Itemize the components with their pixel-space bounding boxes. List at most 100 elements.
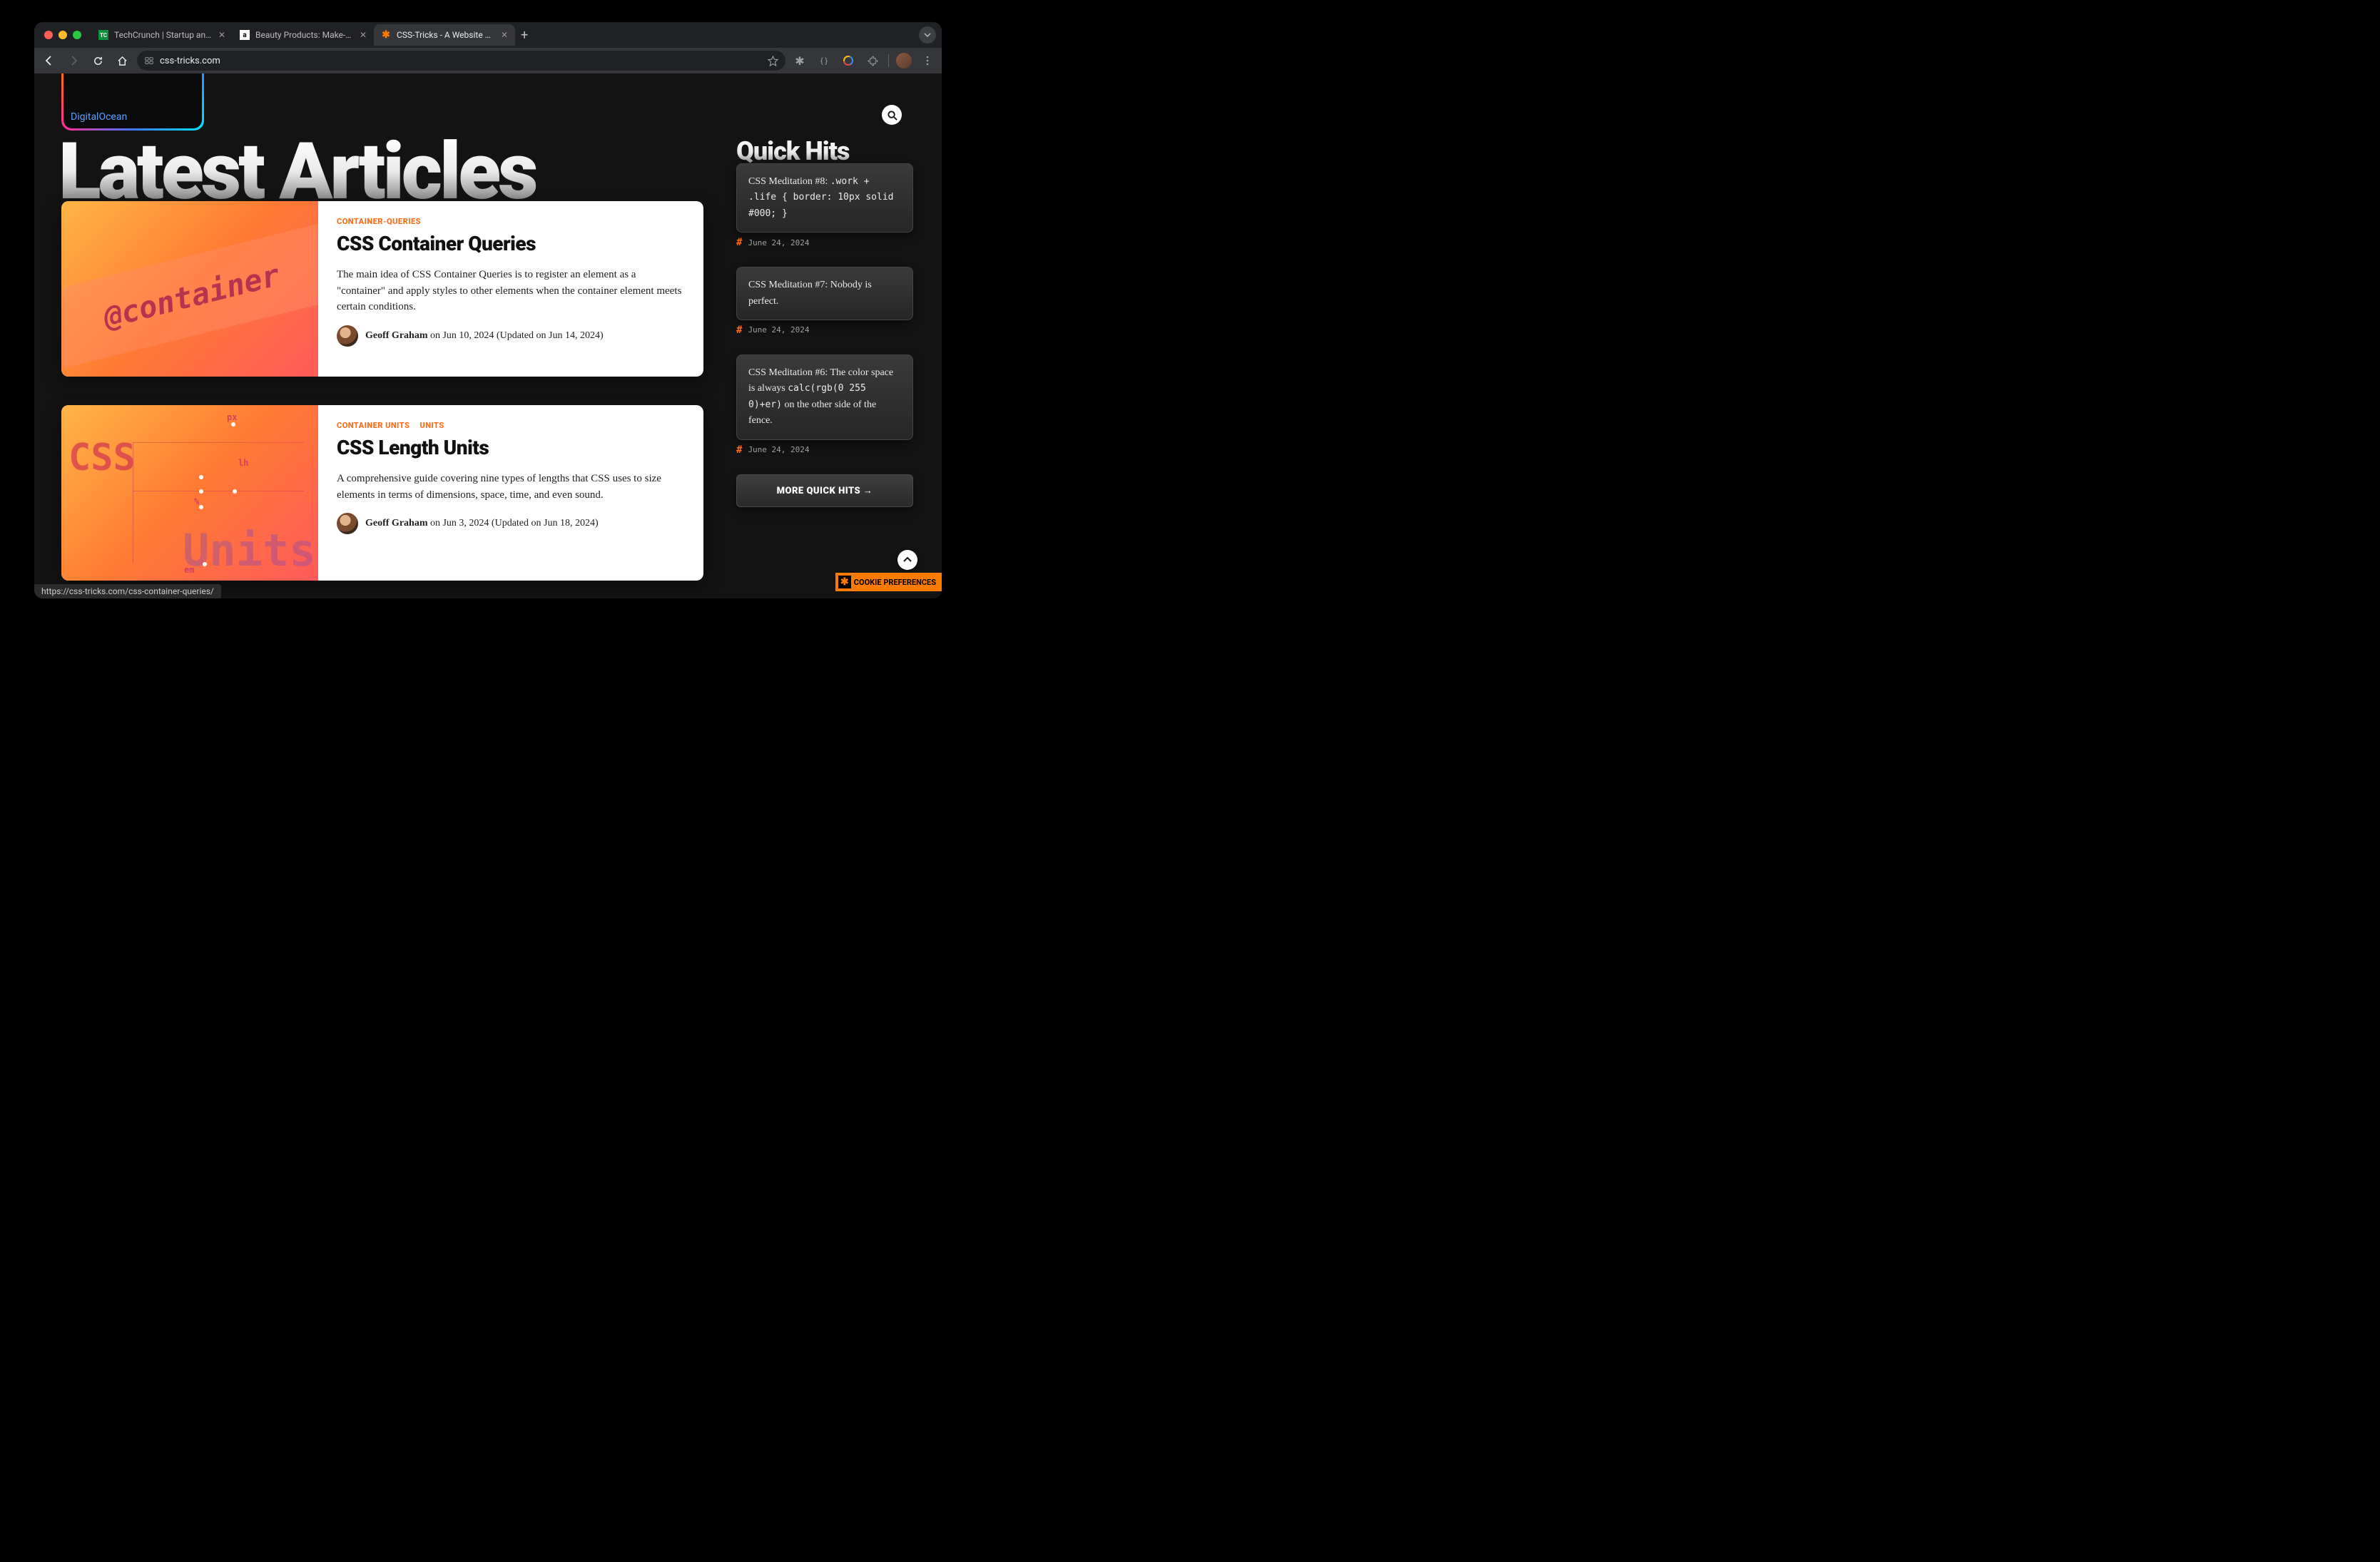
forward-button[interactable] [64, 51, 83, 70]
puzzle-icon [868, 56, 878, 66]
cookie-preferences-button[interactable]: ✱ COOKIE PREFERENCES [835, 573, 942, 591]
author-avatar [337, 513, 358, 534]
extension-icon[interactable]: ✱ [791, 52, 808, 69]
minimize-window[interactable] [59, 31, 67, 39]
hit-meta: # June 24, 2024 [736, 237, 913, 248]
toolbar: css-tricks.com ✱ { } [34, 48, 942, 73]
favicon-icon: TC [98, 30, 108, 40]
window-controls [44, 31, 81, 39]
home-icon [117, 56, 128, 66]
hit-date: June 24, 2024 [748, 325, 809, 335]
back-button[interactable] [40, 51, 59, 70]
chevron-up-icon [902, 555, 912, 565]
main-column: Latest Articles @container CONTAINER-QUE… [61, 136, 703, 598]
tag[interactable]: UNITS [419, 421, 444, 430]
hit-meta: # June 24, 2024 [736, 444, 913, 456]
article-byline: Geoff Graham on Jun 10, 2024 (Updated on… [337, 325, 685, 347]
toolbar-right: ✱ { } [791, 52, 936, 69]
author-avatar [337, 325, 358, 347]
hash-icon[interactable]: # [736, 444, 742, 456]
profile-avatar[interactable] [896, 53, 912, 68]
hit-meta: # June 24, 2024 [736, 325, 913, 336]
tab-overflow-button[interactable] [919, 26, 936, 44]
asterisk-icon: ✱ [838, 576, 851, 588]
sidebar-heading: Quick Hits [736, 136, 913, 166]
star-icon [768, 56, 778, 66]
address-bar[interactable]: css-tricks.com [137, 51, 785, 71]
hash-icon[interactable]: # [736, 325, 742, 336]
quick-hit-card[interactable]: CSS Meditation #7: Nobody is perfect. [736, 267, 913, 320]
scroll-to-top-button[interactable] [897, 550, 917, 570]
quick-hit-card[interactable]: CSS Meditation #8: .work + .life { borde… [736, 163, 913, 233]
article-description: A comprehensive guide covering nine type… [337, 471, 685, 503]
tag[interactable]: CONTAINER UNITS [337, 421, 410, 430]
thumb-text: Units [183, 524, 316, 576]
article-date: on Jun 3, 2024 (Updated on Jun 18, 2024) [430, 518, 599, 529]
home-button[interactable] [113, 51, 131, 70]
article-thumbnail: @container [61, 201, 318, 377]
thumb-annotation: px [227, 412, 237, 422]
hash-icon[interactable]: # [736, 237, 742, 248]
thumb-annotation: lh [238, 458, 248, 468]
close-icon[interactable]: ✕ [360, 30, 367, 40]
tab-bar: TC TechCrunch | Startup and Tec ✕ a Beau… [34, 22, 942, 48]
extension-icon[interactable] [840, 52, 857, 69]
search-button[interactable] [882, 105, 902, 125]
more-quick-hits-button[interactable]: MORE QUICK HITS → [736, 474, 913, 507]
article-date: on Jun 10, 2024 (Updated on Jun 14, 2024… [430, 330, 604, 341]
menu-button[interactable] [919, 52, 936, 69]
browser-window: TC TechCrunch | Startup and Tec ✕ a Beau… [34, 22, 942, 598]
article-tags: CONTAINER-QUERIES [337, 217, 685, 226]
reload-button[interactable] [88, 51, 107, 70]
author-name[interactable]: Geoff Graham [365, 330, 427, 341]
favicon-icon: a [240, 30, 250, 40]
new-tab-button[interactable]: + [521, 28, 528, 43]
search-icon [887, 110, 897, 121]
kebab-icon [922, 56, 932, 66]
reload-icon [93, 56, 103, 66]
divider [888, 54, 889, 67]
favicon-icon: ✱ [381, 30, 391, 40]
url-text: css-tricks.com [160, 56, 220, 66]
arrow-left-icon [44, 55, 55, 66]
article-card[interactable]: CSS Units px lh % em [61, 405, 703, 581]
maximize-window[interactable] [73, 31, 81, 39]
article-byline: Geoff Graham on Jun 3, 2024 (Updated on … [337, 513, 685, 534]
article-body: CONTAINER-QUERIES CSS Container Queries … [318, 201, 703, 377]
hit-date: June 24, 2024 [748, 445, 809, 454]
quick-hit-card[interactable]: CSS Meditation #6: The color space is al… [736, 354, 913, 440]
extension-icon[interactable]: { } [815, 52, 833, 69]
article-card[interactable]: @container CONTAINER-QUERIES CSS Contain… [61, 201, 703, 377]
tab-title: Beauty Products: Make-up [255, 30, 354, 40]
article-thumbnail: CSS Units px lh % em [61, 405, 318, 581]
close-icon[interactable]: ✕ [501, 30, 508, 40]
chevron-down-icon [924, 31, 931, 39]
arrow-right-icon [68, 55, 79, 66]
author-name[interactable]: Geoff Graham [365, 518, 427, 529]
status-bar: https://css-tricks.com/css-container-que… [34, 584, 221, 598]
tag[interactable]: CONTAINER-QUERIES [337, 217, 421, 226]
hit-text: CSS Meditation #7: Nobody is perfect. [748, 280, 872, 306]
article-title[interactable]: CSS Container Queries [337, 232, 685, 255]
site-settings-icon[interactable] [144, 56, 154, 66]
close-icon[interactable]: ✕ [218, 30, 225, 40]
bookmark-button[interactable] [768, 56, 778, 66]
article-title[interactable]: CSS Length Units [337, 436, 685, 459]
tab-title: CSS-Tricks - A Website Abou [397, 30, 495, 40]
site-logo[interactable]: DigitalOcean [61, 73, 204, 131]
tab-amazon[interactable]: a Beauty Products: Make-up ✕ [233, 24, 374, 46]
article-tags: CONTAINER UNITS UNITS [337, 421, 685, 430]
article-body: CONTAINER UNITS UNITS CSS Length Units A… [318, 405, 703, 581]
tab-techcrunch[interactable]: TC TechCrunch | Startup and Tec ✕ [91, 24, 233, 46]
article-description: The main idea of CSS Container Queries i… [337, 267, 685, 315]
logo-subtitle: DigitalOcean [71, 111, 127, 123]
tab-csstricks[interactable]: ✱ CSS-Tricks - A Website Abou ✕ [374, 24, 515, 46]
section-heading: Latest Articles [59, 136, 703, 207]
page-content: DigitalOcean Latest Articles @container … [34, 73, 942, 598]
hit-date: June 24, 2024 [748, 238, 809, 247]
close-window[interactable] [44, 31, 53, 39]
thumb-annotation: em [184, 565, 194, 575]
thumb-text: CSS [68, 437, 136, 479]
tab-title: TechCrunch | Startup and Tec [114, 30, 213, 40]
extensions-button[interactable] [864, 52, 881, 69]
